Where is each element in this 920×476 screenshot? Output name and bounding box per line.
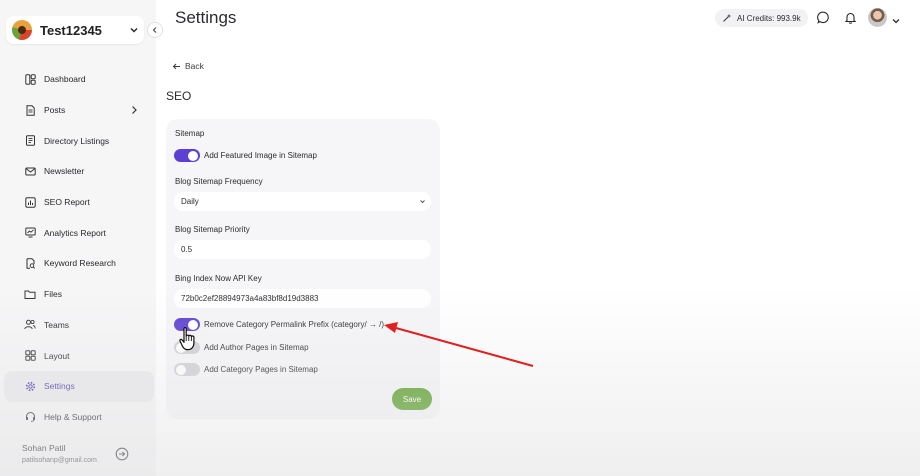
page-title: Settings (175, 8, 237, 27)
search-document-icon (24, 257, 36, 269)
bing-key-label: Bing Index Now API Key (175, 274, 262, 283)
category-pages-label: Add Category Pages in Sitemap (204, 365, 318, 374)
featured-image-label: Add Featured Image in Sitemap (204, 151, 317, 160)
sidebar-item-newsletter[interactable]: Newsletter (4, 156, 154, 187)
bing-key-input[interactable]: 72b0c2ef28894973a4a83bf8d19d3883 (174, 289, 431, 308)
frequency-label: Blog Sitemap Frequency (175, 177, 263, 186)
featured-image-toggle-row: Add Featured Image in Sitemap (174, 149, 317, 162)
featured-image-toggle[interactable] (174, 149, 200, 162)
dashboard-icon (24, 73, 36, 85)
avatar[interactable] (868, 8, 887, 27)
sidebar-item-directory-listings[interactable]: Directory Listings (4, 125, 154, 156)
sidebar-item-seo-report[interactable]: SEO Report (4, 187, 154, 218)
document-icon (24, 104, 36, 116)
sidebar-item-label: Directory Listings (44, 135, 110, 146)
save-button[interactable]: Save (392, 388, 432, 410)
logout-icon[interactable] (115, 447, 129, 461)
sidebar-item-label: Teams (44, 319, 70, 330)
arrow-left-icon (172, 62, 181, 71)
user-name: Sohan Patil (22, 443, 66, 453)
sidebar-item-keyword-research[interactable]: Keyword Research (4, 248, 154, 279)
sidebar-item-label: Help & Support (44, 411, 102, 422)
report-icon (24, 196, 36, 208)
chevron-down-icon (124, 25, 144, 35)
user-profile: Sohan Patil patilsohanp@gmail.com (22, 443, 97, 464)
workspace-logo (12, 20, 32, 40)
hand-cursor-icon (178, 326, 200, 357)
sidebar-item-label: Newsletter (44, 166, 85, 177)
section-title: SEO (166, 89, 192, 103)
seo-settings-card: Sitemap Add Featured Image in Sitemap Bl… (166, 119, 440, 419)
user-email: patilsohanp@gmail.com (22, 457, 97, 464)
collapse-sidebar-button[interactable] (147, 22, 163, 38)
chat-icon[interactable] (817, 11, 830, 24)
sidebar-item-posts[interactable]: Posts (4, 95, 154, 126)
frequency-value: Daily (181, 197, 199, 206)
workspace-switcher[interactable]: Test12345 (6, 16, 144, 44)
sidebar-item-label: Posts (44, 105, 66, 116)
sidebar-item-label: Keyword Research (44, 258, 116, 269)
sidebar-item-teams[interactable]: Teams (4, 310, 154, 341)
back-link[interactable]: Back (172, 61, 204, 71)
sidebar-item-analytics-report[interactable]: Analytics Report (4, 217, 154, 248)
priority-label: Blog Sitemap Priority (175, 225, 250, 234)
remove-category-prefix-toggle-row: Remove Category Permalink Prefix (catego… (174, 318, 384, 331)
priority-input[interactable]: 0.5 (174, 240, 431, 259)
chevron-down-icon[interactable] (891, 13, 901, 31)
layout-icon (24, 350, 36, 362)
frequency-select[interactable]: Daily (174, 192, 431, 211)
remove-category-prefix-label: Remove Category Permalink Prefix (catego… (204, 320, 385, 329)
sidebar-item-dashboard[interactable]: Dashboard (4, 64, 154, 95)
bell-icon[interactable] (844, 11, 857, 24)
chevron-right-icon (130, 105, 138, 117)
mail-icon (24, 165, 36, 177)
sidebar-nav: Dashboard Posts Directory Listings Newsl… (4, 64, 154, 432)
sidebar-item-layout[interactable]: Layout (4, 340, 154, 371)
sidebar-item-label: Settings (44, 381, 75, 392)
priority-value: 0.5 (181, 245, 193, 254)
ai-credits-badge[interactable]: AI Credits: 993.9k (715, 9, 808, 27)
ai-credits-label: AI Credits: 993.9k (737, 13, 801, 23)
gear-icon (24, 380, 36, 392)
users-icon (24, 319, 36, 331)
sitemap-heading: Sitemap (175, 129, 205, 138)
sidebar-item-help-support[interactable]: Help & Support (4, 402, 154, 433)
sidebar-item-label: Dashboard (44, 74, 86, 85)
sparkle-icon (722, 13, 732, 23)
back-label: Back (185, 61, 204, 71)
sidebar-item-label: Layout (44, 350, 70, 361)
author-pages-label: Add Author Pages in Sitemap (204, 343, 309, 352)
sidebar: Test12345 Dashboard Posts Directory List… (0, 0, 156, 476)
sidebar-item-settings[interactable]: Settings (4, 370, 154, 402)
headset-icon (24, 411, 36, 423)
chevron-down-icon (419, 198, 426, 207)
category-pages-toggle[interactable] (174, 363, 200, 376)
sidebar-item-label: Analytics Report (44, 227, 106, 238)
sidebar-item-files[interactable]: Files (4, 279, 154, 310)
list-icon (24, 135, 36, 147)
folder-icon (24, 288, 36, 300)
category-pages-toggle-row: Add Category Pages in Sitemap (174, 363, 318, 376)
bing-key-value: 72b0c2ef28894973a4a83bf8d19d3883 (181, 294, 319, 303)
analytics-icon (24, 227, 36, 239)
workspace-name: Test12345 (40, 22, 102, 38)
sidebar-item-label: Files (44, 289, 62, 300)
sidebar-item-label: SEO Report (44, 197, 90, 208)
